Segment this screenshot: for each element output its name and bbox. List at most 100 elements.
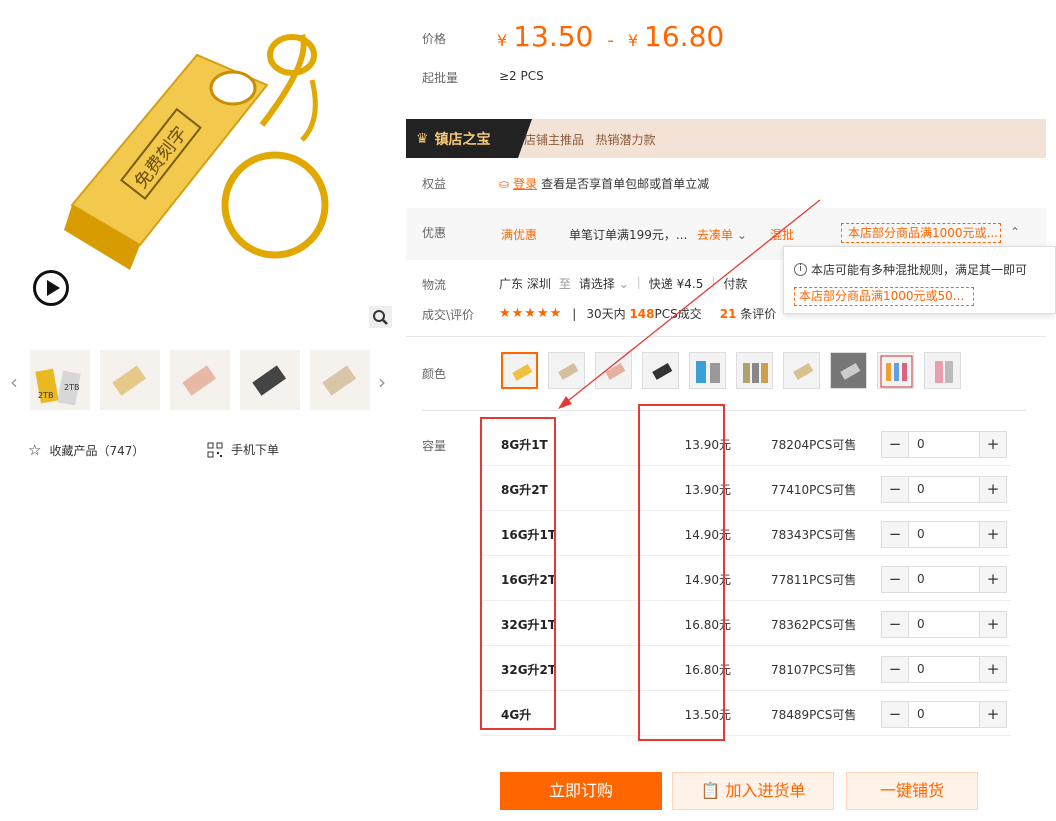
quantity-input[interactable]: 0 — [908, 477, 980, 502]
mobile-order-button[interactable]: 手机下单 — [207, 441, 279, 458]
shipping-label: 物流 — [422, 278, 447, 292]
crown-icon: ♛ — [416, 130, 429, 147]
rating-stars: ★★★★★ — [499, 306, 563, 321]
info-icon: i — [794, 263, 807, 276]
table-row: 32G升1T 16.80元 78362PCS可售 − 0 + — [481, 601, 1011, 646]
variant-stock: 78204PCS可售 — [771, 438, 857, 452]
thumbnail-strip: ‹ 2TB 2TB › — [10, 350, 392, 410]
minus-button[interactable]: − — [882, 567, 908, 592]
annotation-box-prices — [638, 404, 725, 741]
quantity-stepper: − 0 + — [881, 566, 1007, 593]
plus-button[interactable]: + — [980, 567, 1006, 592]
minus-button[interactable]: − — [882, 477, 908, 502]
deal-label: 成交\评价 — [422, 308, 475, 322]
minus-button[interactable]: − — [882, 522, 908, 547]
thumbnail-image: 2TB 2TB — [35, 368, 81, 406]
price-low: 13.50 — [513, 20, 594, 53]
chevron-left-icon[interactable]: ‹ — [10, 370, 18, 394]
plus-button[interactable]: + — [980, 612, 1006, 637]
plus-button[interactable]: + — [980, 702, 1006, 727]
thumbnail[interactable] — [170, 350, 230, 410]
plus-button[interactable]: + — [980, 657, 1006, 682]
deal-row: ★★★★★ | 30天内 148PCS成交 21 条评价 — [499, 305, 777, 322]
quantity-input[interactable]: 0 — [908, 702, 980, 727]
min-batch-value: ≥2 PCS — [499, 69, 544, 83]
go-order-link[interactable]: 去凑单 ⌄ — [697, 226, 747, 243]
one-click-distribute-button[interactable]: 一键铺货 — [846, 772, 978, 810]
mixed-rule-box[interactable]: 本店部分商品满1000元或... — [841, 223, 1001, 243]
shipping-row: 广东 深圳 至 请选择 ⌄ | 快递 ¥4.5 | 付款 — [499, 275, 748, 292]
divider — [406, 336, 1046, 337]
table-row: 16G升2T 14.90元 77811PCS可售 − 0 + — [481, 556, 1011, 601]
destination-select[interactable]: 请选择 ⌄ — [579, 275, 629, 292]
thumbnail[interactable] — [310, 350, 370, 410]
color-label: 颜色 — [422, 367, 447, 381]
color-swatch[interactable] — [924, 352, 961, 389]
annotation-box-names — [480, 417, 556, 730]
chevron-up-icon[interactable]: ⌃ — [1010, 225, 1020, 239]
quantity-input[interactable]: 0 — [908, 657, 980, 682]
color-swatch[interactable] — [830, 352, 867, 389]
variant-stock: 78107PCS可售 — [771, 663, 857, 677]
chevron-down-icon: ⌄ — [618, 277, 629, 291]
color-swatch[interactable] — [783, 352, 820, 389]
svg-text:2TB: 2TB — [38, 391, 53, 400]
variant-stock: 78343PCS可售 — [771, 528, 857, 542]
buy-now-button[interactable]: 立即订购 — [500, 772, 662, 810]
quantity-stepper: − 0 + — [881, 701, 1007, 728]
quantity-stepper: − 0 + — [881, 656, 1007, 683]
add-to-cart-button[interactable]: 📋 加入进货单 — [672, 772, 834, 810]
quantity-input[interactable]: 0 — [908, 432, 980, 457]
quantity-stepper: − 0 + — [881, 521, 1007, 548]
color-swatches — [501, 352, 961, 389]
minus-button[interactable]: − — [882, 702, 908, 727]
review-link[interactable]: 21 条评价 — [720, 305, 777, 322]
table-row: 16G升1T 14.90元 78343PCS可售 − 0 + — [481, 511, 1011, 556]
mixed-batch-popover: i 本店可能有多种混批规则，满足其一即可 本店部分商品满1000元或50... — [783, 246, 1056, 314]
price-range: ¥ 13.50 - ¥ 16.80 — [497, 20, 725, 53]
plus-button[interactable]: + — [980, 522, 1006, 547]
color-swatch[interactable] — [689, 352, 726, 389]
plus-button[interactable]: + — [980, 432, 1006, 457]
table-row: 32G升2T 16.80元 78107PCS可售 − 0 + — [481, 646, 1011, 691]
play-video-button[interactable] — [33, 270, 69, 306]
zoom-button[interactable] — [369, 306, 392, 328]
capacity-label: 容量 — [422, 439, 447, 453]
table-row: 8G升2T 13.90元 77410PCS可售 − 0 + — [481, 466, 1011, 511]
magnifier-icon — [373, 310, 388, 325]
chevron-down-icon: ⌄ — [736, 228, 747, 242]
main-product-image[interactable]: 免费刻字 — [12, 0, 392, 328]
price-label: 价格 — [422, 32, 447, 46]
quantity-stepper: − 0 + — [881, 431, 1007, 458]
minus-button[interactable]: − — [882, 432, 908, 457]
color-swatch[interactable] — [548, 352, 585, 389]
color-swatch[interactable] — [877, 352, 914, 389]
variant-stock: 77811PCS可售 — [771, 573, 857, 587]
color-swatch[interactable] — [501, 352, 538, 389]
plus-button[interactable]: + — [980, 477, 1006, 502]
benefit-label: 权益 — [422, 177, 447, 191]
favorite-button[interactable]: ☆ 收藏产品（747） — [28, 441, 144, 459]
full-discount-tag[interactable]: 满优惠 — [501, 226, 537, 243]
quantity-input[interactable]: 0 — [908, 522, 980, 547]
mixed-batch-tag[interactable]: 混批 — [770, 226, 794, 243]
login-link[interactable]: 登录 — [513, 175, 537, 192]
quantity-input[interactable]: 0 — [908, 612, 980, 637]
quantity-input[interactable]: 0 — [908, 567, 980, 592]
promo-condition: 单笔订单满199元，... — [569, 228, 688, 242]
benefit-row: ⛀ 登录 查看是否享首单包邮或首单立减 — [499, 175, 710, 192]
color-swatch[interactable] — [595, 352, 632, 389]
minus-button[interactable]: − — [882, 612, 908, 637]
price-high: 16.80 — [644, 20, 725, 53]
variant-stock: 78489PCS可售 — [771, 708, 857, 722]
thumbnail[interactable] — [100, 350, 160, 410]
color-swatch[interactable] — [642, 352, 679, 389]
popover-rule[interactable]: 本店部分商品满1000元或50... — [794, 287, 974, 306]
quantity-stepper: − 0 + — [881, 476, 1007, 503]
minus-button[interactable]: − — [882, 657, 908, 682]
thumbnail[interactable] — [240, 350, 300, 410]
chevron-right-icon[interactable]: › — [378, 370, 386, 394]
thumbnail[interactable]: 2TB 2TB — [30, 350, 90, 410]
promo-label: 优惠 — [422, 226, 447, 240]
color-swatch[interactable] — [736, 352, 773, 389]
